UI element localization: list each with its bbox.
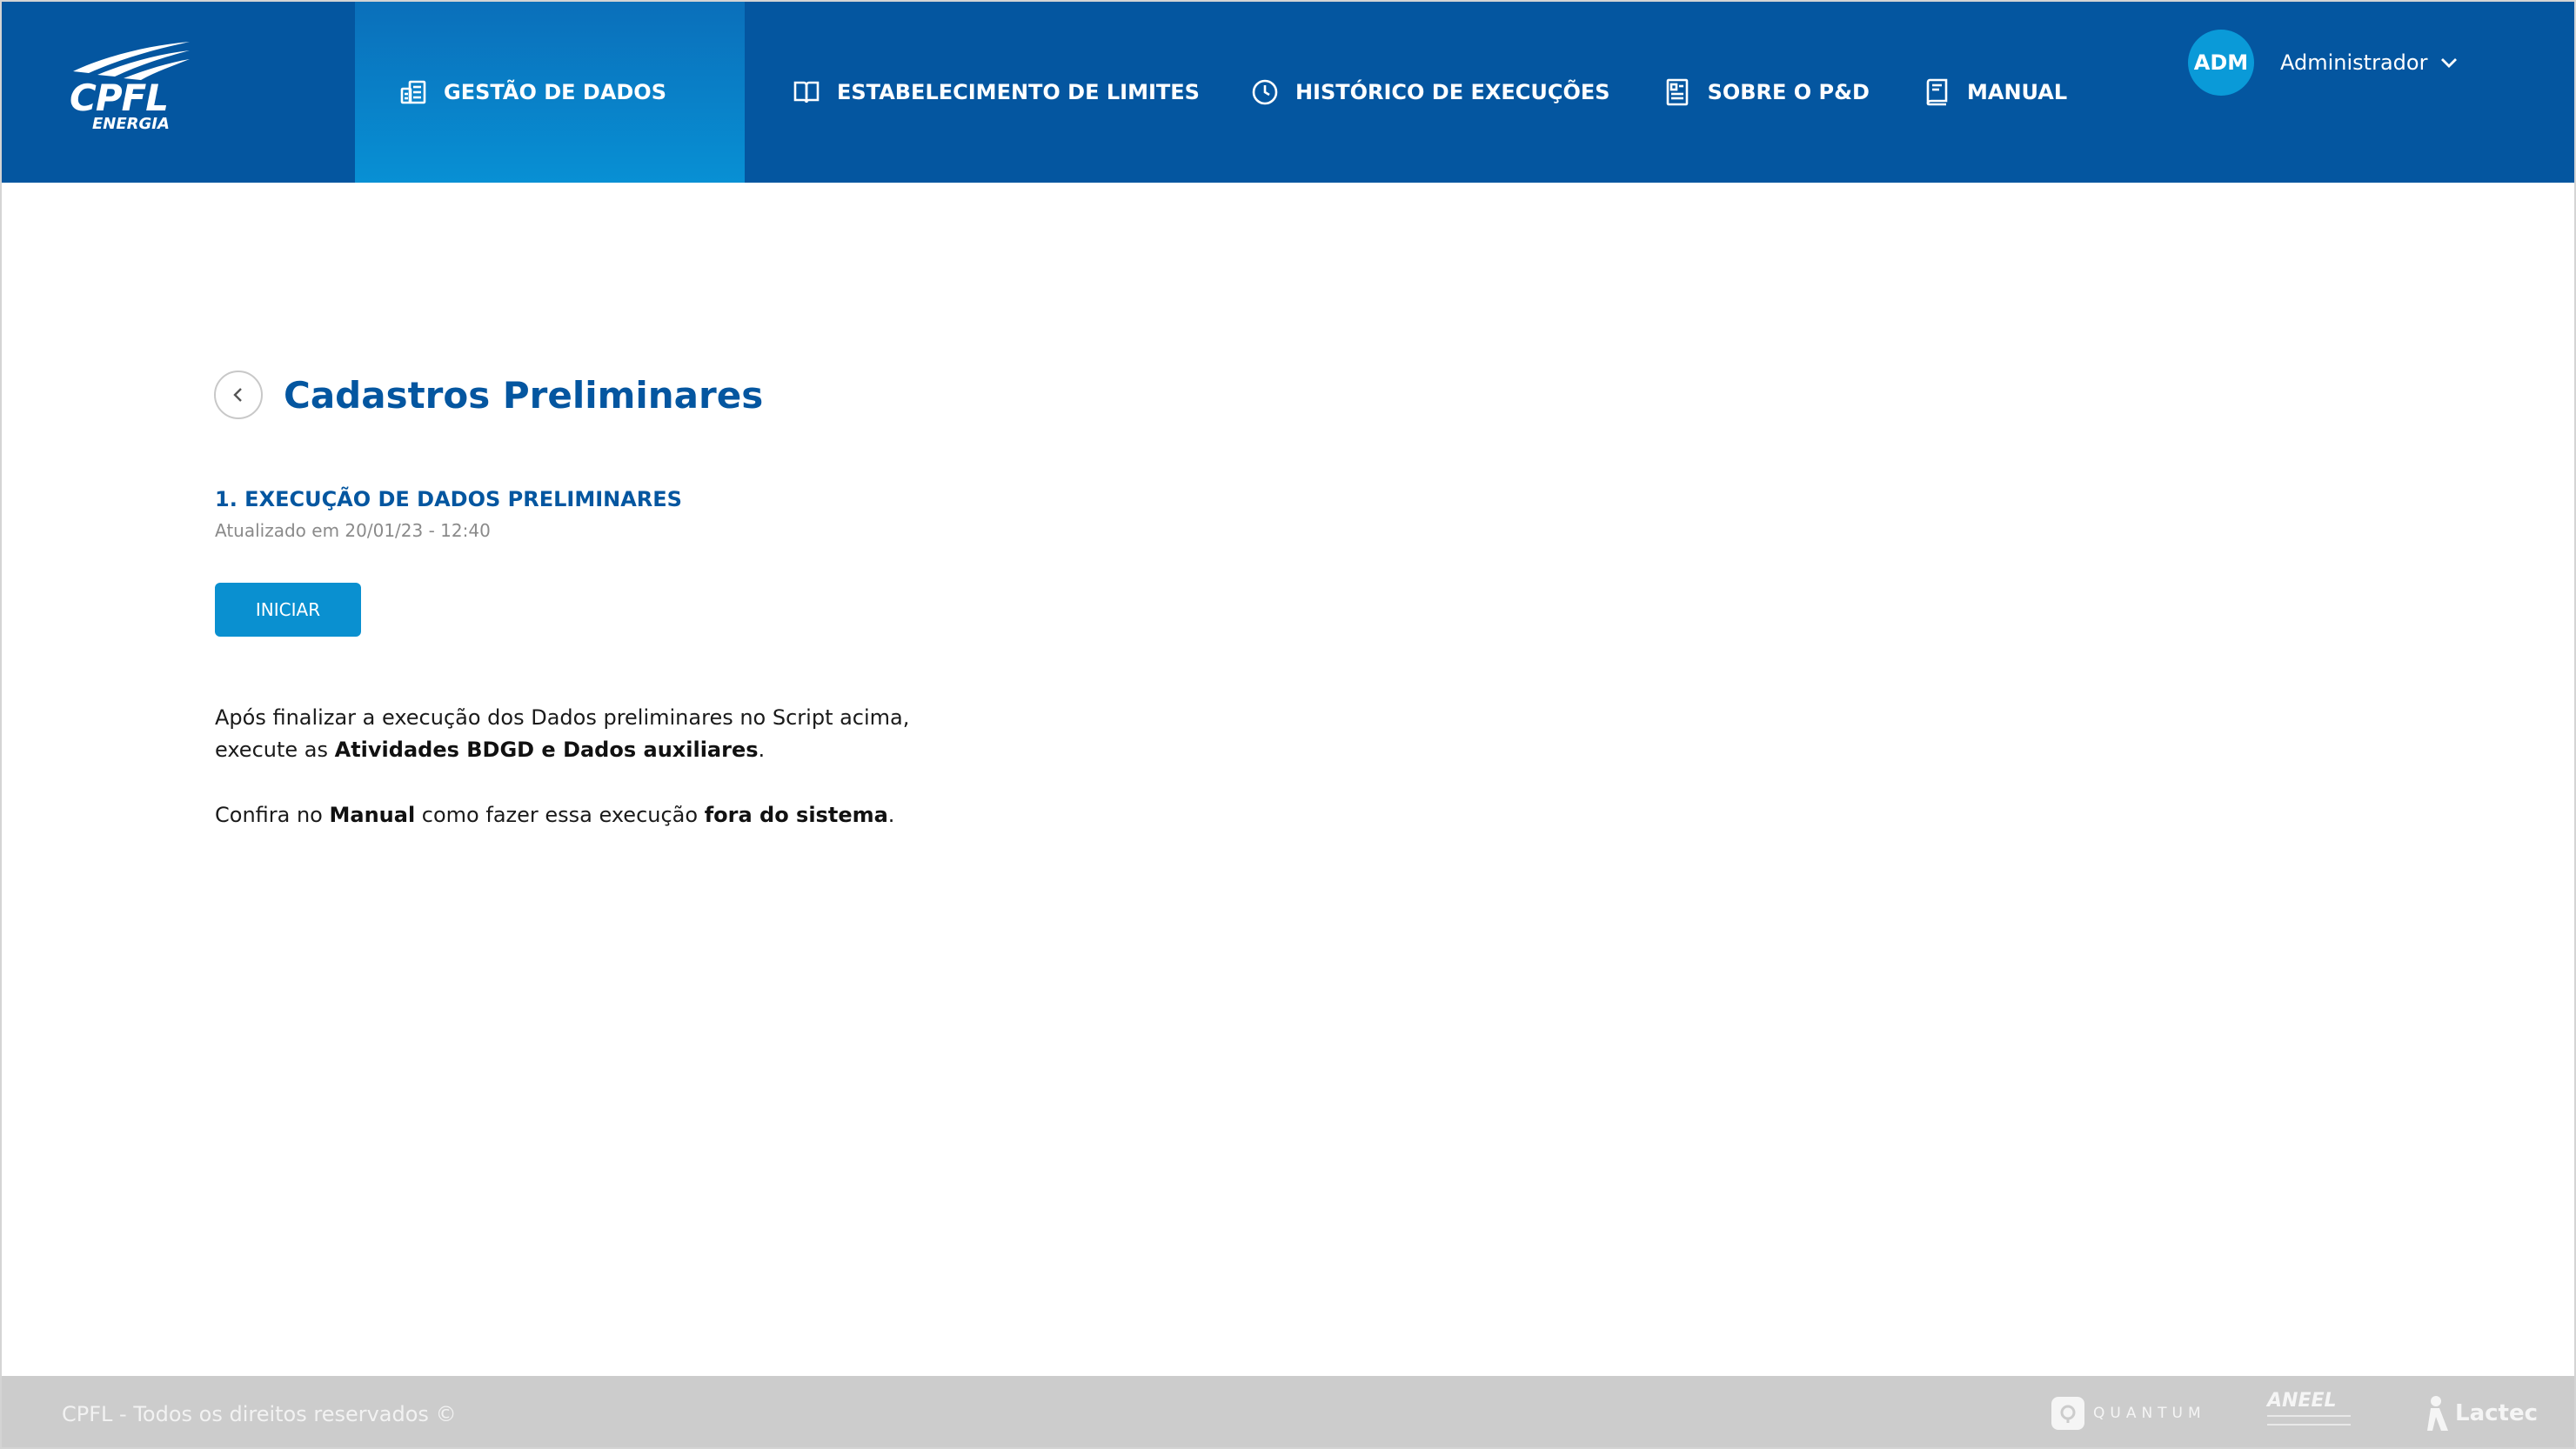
back-button[interactable]	[214, 371, 263, 419]
section-title: 1. EXECUÇÃO DE DADOS PRELIMINARES	[215, 487, 682, 511]
aneel-logo: ANEEL	[2267, 1390, 2351, 1433]
cpfl-logo[interactable]: CPFL ENERGIA	[63, 40, 193, 137]
app-window: CPFL ENERGIA GESTÃO DE DADOS ESTABELECIM…	[0, 0, 2576, 1449]
instructions-line-1: Após finalizar a execução dos Dados prel…	[215, 705, 910, 730]
manual-note-middle: como fazer essa execução	[415, 803, 705, 827]
nav-item-manual[interactable]: MANUAL	[1896, 2, 2067, 183]
user-name[interactable]: Administrador	[2280, 50, 2427, 75]
nav-label: GESTÃO DE DADOS	[444, 80, 666, 104]
nav-item-estabelecimento-de-limites[interactable]: ESTABELECIMENTO DE LIMITES	[745, 2, 1226, 183]
logo-text: CPFL	[70, 77, 169, 119]
manual-note-bold-manual: Manual	[329, 803, 416, 827]
avatar[interactable]: ADM	[2188, 30, 2254, 96]
aneel-underline	[2267, 1415, 2351, 1426]
lactec-mark-icon	[2427, 1396, 2448, 1431]
instructions-paragraph: Após finalizar a execução dos Dados prel…	[215, 702, 909, 766]
nav-label: ESTABELECIMENTO DE LIMITES	[837, 80, 1200, 104]
nav-item-gestao-de-dados[interactable]: GESTÃO DE DADOS	[355, 2, 745, 183]
manual-note-bold-outside: fora do sistema	[704, 803, 888, 827]
quantum-logo: QUANTUM	[2051, 1392, 2206, 1435]
document-icon	[1663, 77, 1692, 107]
clock-icon	[1250, 77, 1280, 107]
start-button[interactable]: INICIAR	[215, 583, 361, 637]
page-header: Cadastros Preliminares	[214, 371, 763, 419]
footer: CPFL - Todos os direitos reservados © QU…	[2, 1376, 2574, 1447]
instructions-line-2-suffix: .	[758, 738, 766, 762]
page-title: Cadastros Preliminares	[284, 373, 764, 417]
book-open-icon	[792, 77, 821, 107]
manual-note-suffix: .	[887, 803, 895, 827]
instructions-line-2-prefix: execute as	[215, 738, 335, 762]
lactec-text: Lactec	[2455, 1400, 2538, 1426]
main-nav: GESTÃO DE DADOS ESTABELECIMENTO DE LIMIT…	[355, 2, 2067, 183]
manual-note-prefix: Confira no	[215, 803, 330, 827]
lactec-logo: Lactec	[2427, 1392, 2538, 1435]
quantum-mark-icon	[2051, 1397, 2084, 1430]
manual-note-paragraph: Confira no Manual como fazer essa execuç…	[215, 799, 894, 831]
nav-label: MANUAL	[1966, 80, 2068, 104]
nav-item-sobre-o-pd[interactable]: SOBRE O P&D	[1636, 2, 1896, 183]
aneel-text: ANEEL	[2267, 1390, 2337, 1412]
last-updated-text: Atualizado em 20/01/23 - 12:40	[215, 520, 491, 541]
nav-label: HISTÓRICO DE EXECUÇÕES	[1295, 80, 1610, 104]
top-navigation-bar: CPFL ENERGIA GESTÃO DE DADOS ESTABELECIM…	[2, 2, 2574, 183]
copyright-text: CPFL - Todos os direitos reservados ©	[62, 1402, 457, 1426]
logo-subtext: ENERGIA	[92, 115, 170, 133]
nav-item-historico-de-execucoes[interactable]: HISTÓRICO DE EXECUÇÕES	[1226, 2, 1636, 183]
nav-label: SOBRE O P&D	[1707, 80, 1870, 104]
quantum-text: QUANTUM	[2093, 1405, 2206, 1422]
user-menu[interactable]: ADM Administrador	[2188, 28, 2460, 97]
data-management-icon	[398, 77, 428, 107]
chevron-down-icon[interactable]	[2439, 52, 2460, 73]
chevron-left-icon	[233, 388, 242, 402]
instructions-bold-activities: Atividades BDGD e Dados auxiliares	[334, 738, 759, 762]
manual-book-icon	[1922, 77, 1951, 107]
